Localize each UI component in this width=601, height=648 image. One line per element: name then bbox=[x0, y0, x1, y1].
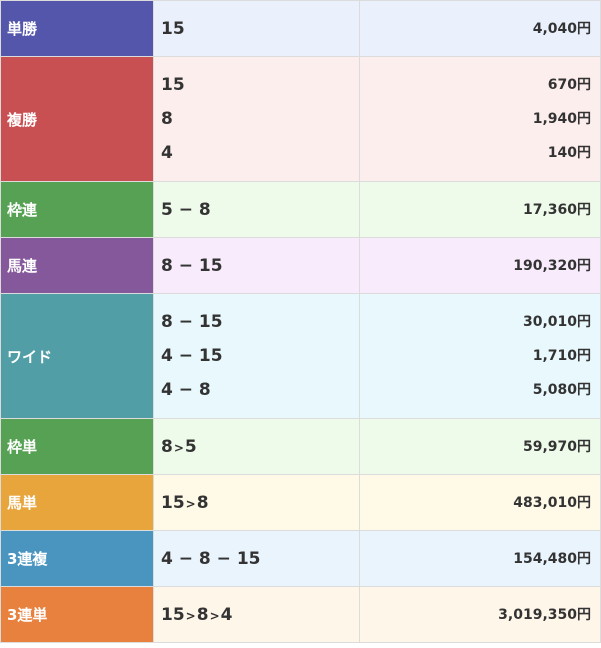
payout-row-sanrenpuku: 3連複 4 − 8 − 15 154,480円 bbox=[0, 530, 601, 587]
combination-cell: 5 − 8 bbox=[153, 181, 360, 238]
combination: 8 − 15 bbox=[161, 255, 223, 276]
payout-amount: 4,040円 bbox=[532, 20, 591, 37]
payout-amount: 483,010円 bbox=[513, 494, 591, 511]
payout-cell: 59,970円 bbox=[359, 418, 601, 475]
payout-cell: 670円 1,940円 140円 bbox=[359, 56, 601, 182]
bet-type-label: 3連単 bbox=[0, 586, 154, 643]
combination-cell: 8>5 bbox=[153, 418, 360, 475]
payout-row-umatan: 馬単 15>8 483,010円 bbox=[0, 474, 601, 531]
combination: 4 bbox=[161, 143, 173, 163]
payout-row-wakuren: 枠連 5 − 8 17,360円 bbox=[0, 181, 601, 238]
payout-cell: 30,010円 1,710円 5,080円 bbox=[359, 293, 601, 419]
bet-type-label: ワイド bbox=[0, 293, 154, 419]
combination: 4 − 8 bbox=[161, 380, 211, 400]
combination: 8 − 15 bbox=[161, 312, 223, 332]
payout-amount: 17,360円 bbox=[522, 201, 591, 218]
combination-cell: 15 bbox=[153, 0, 360, 57]
payout-amount: 1,710円 bbox=[532, 348, 591, 364]
bet-type-label: 単勝 bbox=[0, 0, 154, 57]
payout-row-sanrentan: 3連単 15>8>4 3,019,350円 bbox=[0, 586, 601, 643]
bet-type-label: 複勝 bbox=[0, 56, 154, 182]
bet-type-label: 枠単 bbox=[0, 418, 154, 475]
combination: 4 − 8 − 15 bbox=[161, 548, 261, 569]
combination: 15>8 bbox=[161, 492, 209, 513]
payout-cell: 17,360円 bbox=[359, 181, 601, 238]
combination-cell: 15 8 4 bbox=[153, 56, 360, 182]
combination: 4 − 15 bbox=[161, 346, 223, 366]
bet-type-label: 枠連 bbox=[0, 181, 154, 238]
payout-cell: 4,040円 bbox=[359, 0, 601, 57]
payout-amount: 5,080円 bbox=[532, 382, 591, 398]
payout-amount: 670円 bbox=[547, 77, 591, 93]
payout-row-umaren: 馬連 8 − 15 190,320円 bbox=[0, 237, 601, 294]
bet-type-label: 馬単 bbox=[0, 474, 154, 531]
payout-amount: 140円 bbox=[547, 145, 591, 161]
combination: 8 bbox=[161, 109, 173, 129]
combination-cell: 8 − 15 bbox=[153, 237, 360, 294]
payout-body: 単勝 15 4,040円 複勝 15 8 4 670円 1,940円 140円 枠連 5 − 8 17,… bbox=[0, 0, 601, 643]
payout-row-fukusho: 複勝 15 8 4 670円 1,940円 140円 bbox=[0, 56, 601, 182]
combination: 15 bbox=[161, 75, 185, 95]
payout-row-tansho: 単勝 15 4,040円 bbox=[0, 0, 601, 57]
payout-amount: 1,940円 bbox=[532, 111, 591, 127]
payout-row-wide: ワイド 8 − 15 4 − 15 4 − 8 30,010円 1,710円 5,080円 bbox=[0, 293, 601, 419]
combination-cell: 4 − 8 − 15 bbox=[153, 530, 360, 587]
payout-table: 単勝 15 4,040円 複勝 15 8 4 670円 1,940円 140円 枠連 5 − 8 17,… bbox=[0, 0, 601, 643]
payout-amount: 59,970円 bbox=[522, 438, 591, 455]
combination: 8>5 bbox=[161, 436, 197, 457]
payout-amount: 3,019,350円 bbox=[498, 606, 591, 623]
combination: 15>8>4 bbox=[161, 604, 233, 625]
combination-cell: 15>8>4 bbox=[153, 586, 360, 643]
combination: 15 bbox=[161, 18, 185, 39]
bet-type-label: 馬連 bbox=[0, 237, 154, 294]
combination: 5 − 8 bbox=[161, 199, 211, 220]
bet-type-label: 3連複 bbox=[0, 530, 154, 587]
payout-amount: 190,320円 bbox=[513, 257, 591, 274]
combination-cell: 15>8 bbox=[153, 474, 360, 531]
payout-row-wakutan: 枠単 8>5 59,970円 bbox=[0, 418, 601, 475]
payout-amount: 154,480円 bbox=[513, 550, 591, 567]
payout-cell: 154,480円 bbox=[359, 530, 601, 587]
payout-cell: 3,019,350円 bbox=[359, 586, 601, 643]
payout-cell: 483,010円 bbox=[359, 474, 601, 531]
payout-amount: 30,010円 bbox=[522, 314, 591, 330]
payout-cell: 190,320円 bbox=[359, 237, 601, 294]
combination-cell: 8 − 15 4 − 15 4 − 8 bbox=[153, 293, 360, 419]
